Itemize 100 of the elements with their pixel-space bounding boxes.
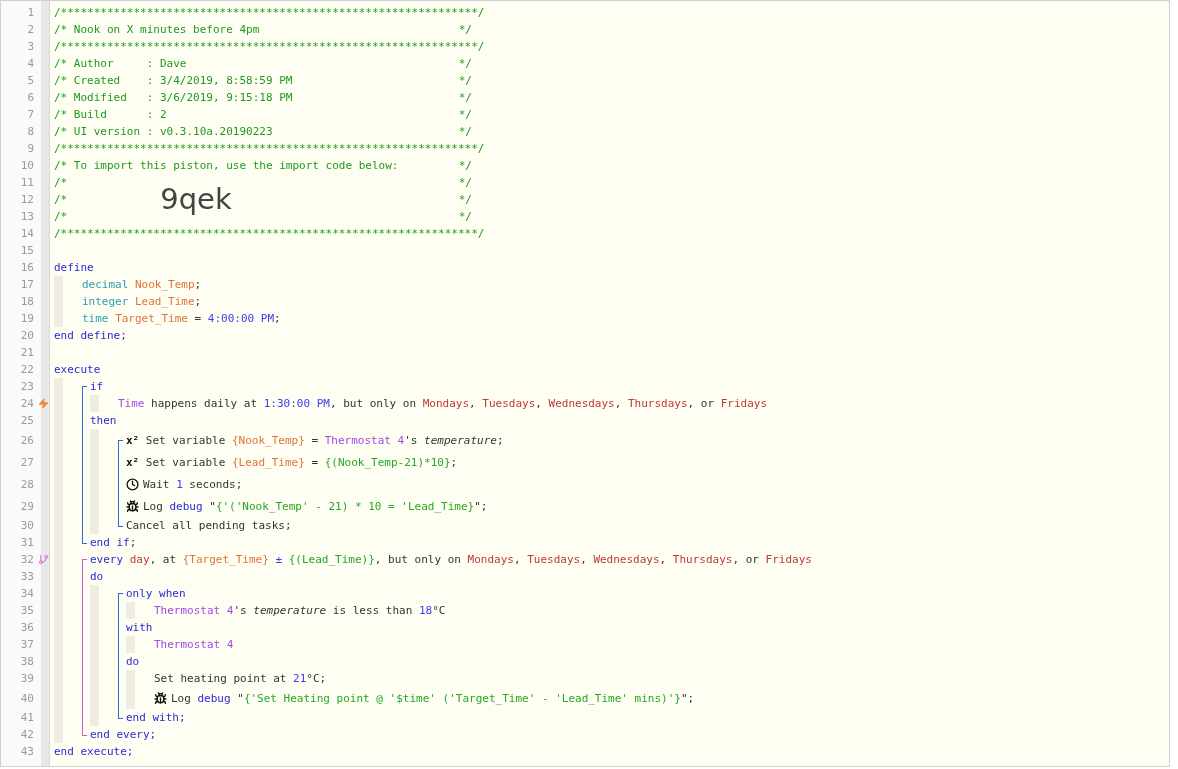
code-comment: */ (458, 175, 472, 190)
code-comment: /* Build : 2 (54, 107, 167, 122)
code-token: ± (274, 552, 284, 567)
code-token: Thermostat 4 (324, 432, 405, 448)
code-comment: /***************************************************************/ (54, 141, 485, 156)
code-token: Time (118, 396, 145, 411)
line-number: 6 (26, 90, 35, 105)
code-token: ; (496, 432, 504, 448)
code-token: execute (54, 362, 101, 377)
line-number: 42 (19, 727, 35, 742)
code-token: ; (194, 277, 202, 292)
code-token: 21 (293, 671, 307, 686)
line-number: 43 (19, 744, 35, 759)
line-number: 40 (19, 690, 35, 706)
code-token: define (54, 260, 94, 275)
code-token: = (310, 454, 320, 470)
code-token: 18 (418, 603, 433, 618)
code-token: Wednesdays (593, 552, 660, 567)
code-token: integer (82, 294, 130, 309)
line-number: 13 (19, 209, 35, 224)
code-token: °C (432, 603, 446, 618)
line-number: 10 (19, 158, 35, 173)
code-comment: */ (458, 22, 472, 37)
code-token: end if; (90, 535, 137, 550)
variable-glyph: x² (126, 432, 140, 448)
code-token: Lead_Time (135, 294, 195, 309)
code-token: ; (274, 311, 281, 326)
line-number: 26 (19, 432, 35, 448)
code-token: "; (474, 498, 488, 514)
line-number: 28 (19, 476, 35, 492)
bug-icon (126, 499, 139, 513)
line-number: 36 (19, 620, 35, 635)
line-number: 39 (19, 671, 35, 686)
code-token: {Lead_Time} (231, 454, 305, 470)
code-comment: /* Modified : 3/6/2019, 9:15:18 PM (54, 90, 293, 105)
code-token: , (469, 396, 477, 411)
code-comment: /* Nook on X minutes before 4pm (54, 22, 260, 37)
code-token: , (614, 396, 623, 411)
code-comment: */ (458, 192, 472, 207)
line-number: 37 (19, 637, 35, 652)
code-token: end execute; (54, 744, 134, 759)
line-number: 5 (26, 73, 35, 88)
code-token: debug (169, 498, 203, 514)
line-number: 11 (19, 175, 35, 190)
line-number: 34 (19, 586, 35, 601)
code-token: only when (126, 586, 186, 601)
code-comment: /* (54, 192, 68, 207)
code-token: temperature (424, 432, 497, 448)
code-token: if (90, 379, 104, 394)
code-token: {'Set Heating point @ '$time' ('Target_Time' - 'Lead_Time' mins)'} (243, 690, 681, 706)
line-number: 1 (26, 5, 35, 20)
code-token: 's (233, 603, 248, 618)
code-token: temperature (253, 603, 327, 618)
code-token: Mondays (422, 396, 470, 411)
code-token: 4:00:00 PM (207, 311, 275, 326)
line-number: 18 (19, 294, 35, 309)
code-comment: */ (458, 158, 472, 173)
line-number: 22 (19, 362, 35, 377)
code-comment: */ (458, 90, 472, 105)
code-token: Set variable (144, 432, 227, 448)
line-number: 38 (19, 654, 35, 669)
code-token: seconds; (188, 476, 243, 492)
code-comment: /* Author : Dave (54, 56, 187, 71)
line-number: 8 (26, 124, 35, 139)
code-token: decimal (82, 277, 130, 292)
line-number: 12 (19, 192, 35, 207)
line-number: 17 (19, 277, 35, 292)
bug-icon (154, 691, 167, 705)
code-token: debug (197, 690, 231, 706)
code-comment: /* (54, 175, 68, 190)
code-comment: */ (458, 73, 472, 88)
line-number: 32 (19, 552, 35, 567)
code-token: , at (149, 552, 178, 567)
code-token: Set variable (144, 454, 227, 470)
code-token: , (535, 396, 543, 411)
code-token: day (129, 552, 150, 567)
code-token: with (126, 620, 153, 635)
code-comment: */ (458, 124, 472, 139)
line-number: 25 (19, 413, 35, 428)
code-token: " (236, 690, 244, 706)
code-token: Tuesdays (527, 552, 581, 567)
code-token: Log (143, 498, 164, 514)
line-number: 20 (19, 328, 35, 343)
line-number: 15 (19, 243, 35, 258)
code-token: 1:30:00 PM (263, 396, 330, 411)
code-token: , but only on (329, 396, 418, 411)
code-token: end define; (54, 328, 127, 343)
code-token: then (90, 413, 117, 428)
code-token: ; (194, 294, 202, 309)
code-token: Mondays (467, 552, 514, 567)
code-comment: */ (458, 107, 472, 122)
code-token: time (82, 311, 110, 326)
code-comment: */ (458, 209, 472, 224)
code-token: is less than (331, 603, 414, 618)
code-token: {'('Nook_Temp' - 21) * 10 = 'Lead_Time} (215, 498, 475, 514)
code-token: ; (450, 454, 458, 470)
code-token: {(Nook_Temp-21)*10} (324, 454, 451, 470)
line-number: 14 (19, 226, 35, 241)
code-comment: /* To import this piston, use the import code below: (54, 158, 399, 173)
code-token: do (126, 654, 140, 669)
